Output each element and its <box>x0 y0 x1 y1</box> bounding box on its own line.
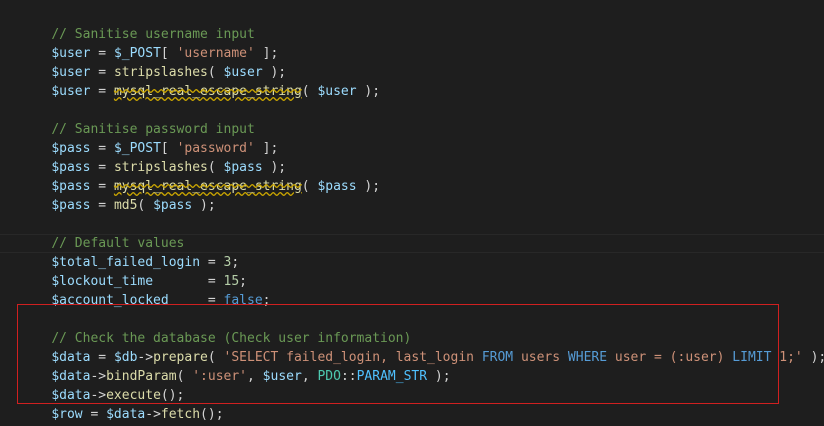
operator: -> <box>145 407 161 422</box>
code-line-17[interactable]: // Check the database (Check user inform… <box>20 310 411 346</box>
operator: = <box>207 293 224 308</box>
constant: PARAM_STR <box>356 369 428 384</box>
variable: $user <box>262 369 302 384</box>
punctuation: ( <box>301 179 318 194</box>
function-name: md5 <box>113 198 138 213</box>
variable: $data <box>106 407 146 422</box>
punctuation: ); <box>802 350 824 365</box>
punctuation: (); <box>200 407 224 422</box>
deprecated-function-name[interactable]: mysql_real_escape_string <box>114 84 302 99</box>
punctuation: , <box>247 369 263 384</box>
code-line-20[interactable]: $data->execute(); <box>20 367 184 403</box>
code-line-10[interactable]: $pass = md5( $pass ); <box>20 177 215 213</box>
sql-keyword: FROM <box>481 350 514 365</box>
string-literal: ':user' <box>192 369 248 384</box>
class-name: PDO <box>317 369 341 384</box>
punctuation: ); <box>356 179 381 194</box>
code-line-8[interactable]: $pass = stripslashes( $pass ); <box>20 139 286 175</box>
operator: :: <box>340 369 357 384</box>
operator: = <box>90 198 114 213</box>
code-line-4[interactable]: $user = mysql_real_escape_string( $user … <box>20 63 380 99</box>
variable: $row <box>51 407 83 422</box>
code-line-21[interactable]: $row = $data->fetch(); <box>20 386 223 422</box>
code-line-19[interactable]: $data->bindParam( ':user', $user, PDO::P… <box>20 348 450 384</box>
code-line-18[interactable]: $data = $db->prepare( 'SELECT failed_log… <box>20 329 824 365</box>
variable: $account_locked <box>51 293 169 308</box>
code-line-3[interactable]: $user = stripslashes( $user ); <box>20 44 286 80</box>
variable: $user <box>51 84 91 99</box>
code-line-6[interactable]: // Sanitise password input <box>20 101 255 137</box>
punctuation: ); <box>427 369 451 384</box>
code-line-14[interactable]: $lockout_time = 15; <box>20 253 247 289</box>
string-literal: user = (:user) <box>607 350 733 365</box>
punctuation: , <box>301 369 318 384</box>
keyword: false <box>223 293 263 308</box>
sql-keyword: WHERE <box>567 350 608 365</box>
operator: = <box>82 407 107 422</box>
string-literal: users <box>513 350 568 365</box>
punctuation: ; <box>262 293 271 308</box>
variable: $pass <box>153 198 193 213</box>
punctuation: ( <box>301 84 318 99</box>
operator: = <box>90 84 114 99</box>
punctuation: ); <box>356 84 381 99</box>
code-line-12[interactable]: // Default values <box>20 215 184 251</box>
code-line-9[interactable]: $pass = mysql_real_escape_string( $pass … <box>20 158 380 194</box>
string-literal: 1;' <box>771 350 803 365</box>
variable: $user <box>317 84 357 99</box>
punctuation: ( <box>137 198 154 213</box>
punctuation: ); <box>192 198 216 213</box>
variable: $pass <box>317 179 357 194</box>
code-line-13[interactable]: $total_failed_login = 3; <box>20 234 239 270</box>
sql-keyword: LIMIT <box>732 350 772 365</box>
function-name: fetch <box>160 407 201 422</box>
code-line-1[interactable]: // Sanitise username input <box>20 6 255 42</box>
code-line-7[interactable]: $pass = $_POST[ 'password' ]; <box>20 120 278 156</box>
variable: $pass <box>51 198 91 213</box>
code-editor[interactable]: // Sanitise username input $user = $_POS… <box>0 0 824 426</box>
code-line-2[interactable]: $user = $_POST[ 'username' ]; <box>20 25 278 61</box>
code-line-15[interactable]: $account_locked = false; <box>20 272 270 308</box>
